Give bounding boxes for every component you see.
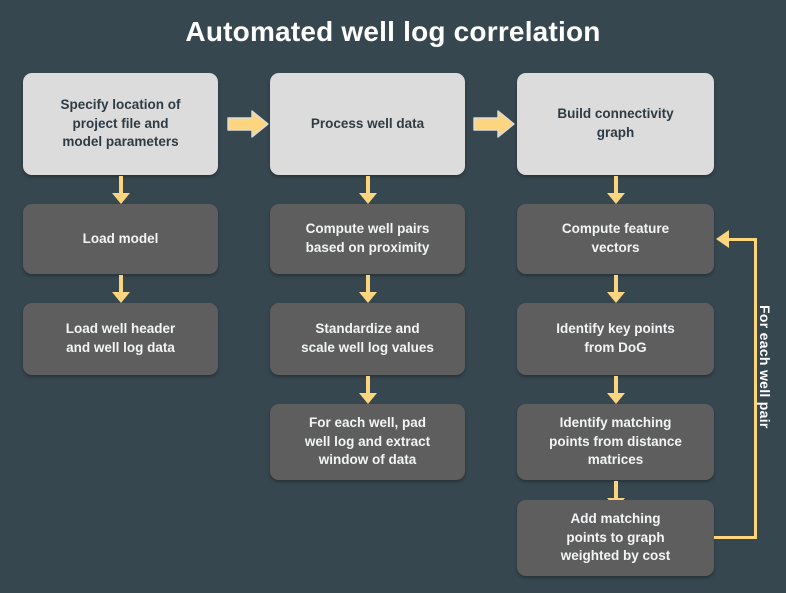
stage-box-label: Build connectivity graph [557,106,674,140]
step-box-load-well-header[interactable]: Load well header and well log data [23,303,218,375]
arrow-down-c1-s1 [112,275,130,303]
flowchart-canvas: Automated well log correlation Specify l… [0,0,786,593]
arrow-down-c3-s0 [607,176,625,204]
step-box-label: Add matching points to graph weighted by… [560,511,671,564]
step-box-label: Standardize and scale well log values [301,321,434,355]
stage-box-specify-location[interactable]: Specify location of project file and mod… [23,73,218,175]
step-box-standardize-scale[interactable]: Standardize and scale well log values [270,303,465,375]
step-box-label: Load model [82,230,159,246]
feedback-loop-segment-bottom [714,536,757,539]
stage-box-process-well-data[interactable]: Process well data [270,73,465,175]
step-box-identify-key-points[interactable]: Identify key points from DoG [517,303,714,375]
arrow-down-c2-s1 [359,275,377,303]
arrow-down-c2-s0 [359,176,377,204]
step-box-load-model[interactable]: Load model [23,204,218,274]
feedback-loop-arrowhead [716,230,729,248]
arrow-down-c3-s2 [607,376,625,404]
step-box-label: Identify key points from DoG [556,321,675,355]
step-box-compute-well-pairs[interactable]: Compute well pairs based on proximity [270,204,465,274]
step-box-compute-feature-vectors[interactable]: Compute feature vectors [517,204,714,274]
step-box-label: For each well, pad well log and extract … [304,415,431,468]
stage-arrow-2-to-3 [472,108,516,140]
arrow-down-c3-s1 [607,275,625,303]
stage-box-label: Specify location of project file and mod… [60,97,181,150]
stage-box-label: Process well data [310,115,425,131]
feedback-loop-segment-top [728,238,757,241]
step-box-add-matching-points[interactable]: Add matching points to graph weighted by… [517,500,714,576]
step-box-label: Load well header and well log data [65,321,176,355]
arrow-down-c1-s0 [112,176,130,204]
stage-box-build-connectivity-graph[interactable]: Build connectivity graph [517,73,714,175]
step-box-label: Compute well pairs based on proximity [305,221,430,255]
step-box-label: Compute feature vectors [561,221,670,255]
step-box-identify-matching-points[interactable]: Identify matching points from distance m… [517,404,714,480]
stage-arrow-1-to-2 [226,108,270,140]
arrow-down-c2-s2 [359,376,377,404]
step-box-pad-extract-window[interactable]: For each well, pad well log and extract … [270,404,465,480]
step-box-label: Identify matching points from distance m… [549,415,682,468]
feedback-loop-label: For each well pair [757,305,773,429]
page-title: Automated well log correlation [185,16,601,47]
